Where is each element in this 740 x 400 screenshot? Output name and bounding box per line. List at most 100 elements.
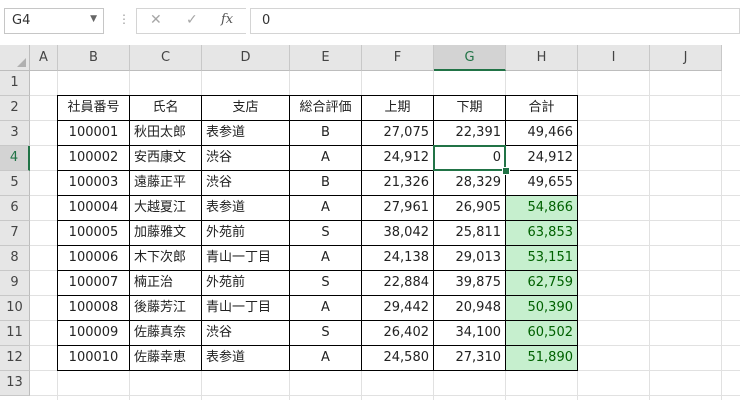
table-cell-branch[interactable]: 渋谷 bbox=[202, 146, 289, 170]
table-cell-rating[interactable]: B bbox=[290, 121, 361, 145]
table-cell-first-half[interactable]: 21,326 bbox=[362, 171, 433, 195]
table-cell-first-half[interactable]: 24,912 bbox=[362, 146, 433, 170]
table-cell-employee-id[interactable]: 100002 bbox=[58, 146, 129, 170]
row-header-13[interactable]: 13 bbox=[0, 371, 30, 396]
row-header-3[interactable]: 3 bbox=[0, 121, 30, 146]
row-header-6[interactable]: 6 bbox=[0, 196, 30, 221]
cancel-icon[interactable]: ✕ bbox=[150, 12, 162, 28]
table-cell-first-half[interactable]: 22,884 bbox=[362, 271, 433, 295]
table-header-first-half[interactable]: 上期 bbox=[362, 96, 433, 120]
table-header-rating[interactable]: 総合評価 bbox=[290, 96, 361, 120]
table-cell-first-half[interactable]: 24,580 bbox=[362, 346, 433, 370]
table-cell-total[interactable]: 60,502 bbox=[506, 321, 577, 345]
table-cell-branch[interactable]: 外苑前 bbox=[202, 221, 289, 245]
table-cell-rating[interactable]: S bbox=[290, 271, 361, 295]
table-cell-name[interactable]: 大越夏江 bbox=[130, 196, 201, 220]
table-cell-second-half[interactable]: 20,948 bbox=[434, 296, 505, 320]
table-header-employee-id[interactable]: 社員番号 bbox=[58, 96, 129, 120]
formula-input[interactable]: 0 bbox=[250, 8, 740, 34]
table-cell-total[interactable]: 53,151 bbox=[506, 246, 577, 270]
table-cell-name[interactable]: 楠正治 bbox=[130, 271, 201, 295]
table-header-second-half[interactable]: 下期 bbox=[434, 96, 505, 120]
table-cell-employee-id[interactable]: 100008 bbox=[58, 296, 129, 320]
table-cell-total[interactable]: 50,390 bbox=[506, 296, 577, 320]
table-cell-second-half[interactable]: 34,100 bbox=[434, 321, 505, 345]
table-cell-rating[interactable]: S bbox=[290, 321, 361, 345]
column-header-h[interactable]: H bbox=[506, 45, 578, 71]
column-header-g[interactable]: G bbox=[434, 45, 506, 71]
table-cell-employee-id[interactable]: 100007 bbox=[58, 271, 129, 295]
insert-function-icon[interactable]: fx bbox=[221, 12, 233, 27]
table-cell-employee-id[interactable]: 100006 bbox=[58, 246, 129, 270]
fill-handle[interactable] bbox=[502, 167, 510, 175]
table-header-name[interactable]: 氏名 bbox=[130, 96, 201, 120]
column-header-c[interactable]: C bbox=[130, 45, 202, 71]
table-cell-rating[interactable]: A bbox=[290, 296, 361, 320]
worksheet-grid[interactable]: A B C D E F G H I J 1 2 3 4 5 6 7 8 9 10 11 12 13 社員番号 氏名 支店 総合評価上… bbox=[0, 45, 740, 400]
column-header-b[interactable]: B bbox=[58, 45, 130, 71]
row-header-5[interactable]: 5 bbox=[0, 171, 30, 196]
more-options-icon[interactable]: ⋮ bbox=[118, 12, 130, 26]
table-cell-second-half[interactable]: 39,875 bbox=[434, 271, 505, 295]
table-cell-second-half[interactable]: 28,329 bbox=[434, 171, 505, 195]
table-cell-second-half[interactable]: 26,905 bbox=[434, 196, 505, 220]
table-cell-employee-id[interactable]: 100004 bbox=[58, 196, 129, 220]
row-header-8[interactable]: 8 bbox=[0, 246, 30, 271]
column-header-f[interactable]: F bbox=[362, 45, 434, 71]
table-cell-branch[interactable]: 表参道 bbox=[202, 346, 289, 370]
table-cell-first-half[interactable]: 26,402 bbox=[362, 321, 433, 345]
table-cell-branch[interactable]: 渋谷 bbox=[202, 171, 289, 195]
table-cell-name[interactable]: 木下次郎 bbox=[130, 246, 201, 270]
table-header-branch[interactable]: 支店 bbox=[202, 96, 289, 120]
table-cell-employee-id[interactable]: 100003 bbox=[58, 171, 129, 195]
table-cell-name[interactable]: 佐藤幸恵 bbox=[130, 346, 201, 370]
table-cell-employee-id[interactable]: 100010 bbox=[58, 346, 129, 370]
row-header-9[interactable]: 9 bbox=[0, 271, 30, 296]
table-cell-name[interactable]: 加藤雅文 bbox=[130, 221, 201, 245]
column-header-a[interactable]: A bbox=[30, 45, 58, 71]
table-cell-rating[interactable]: A bbox=[290, 346, 361, 370]
row-header-4[interactable]: 4 bbox=[0, 146, 30, 171]
table-cell-second-half[interactable]: 27,310 bbox=[434, 346, 505, 370]
table-cell-second-half[interactable]: 25,811 bbox=[434, 221, 505, 245]
table-cell-first-half[interactable]: 27,075 bbox=[362, 121, 433, 145]
column-header-d[interactable]: D bbox=[202, 45, 290, 71]
table-cell-first-half[interactable]: 24,138 bbox=[362, 246, 433, 270]
table-cell-rating[interactable]: S bbox=[290, 221, 361, 245]
table-cell-branch[interactable]: 青山一丁目 bbox=[202, 296, 289, 320]
table-cell-second-half[interactable]: 22,391 bbox=[434, 121, 505, 145]
row-header-7[interactable]: 7 bbox=[0, 221, 30, 246]
table-cell-first-half[interactable]: 38,042 bbox=[362, 221, 433, 245]
chevron-down-icon[interactable]: ▼ bbox=[90, 14, 97, 24]
table-cell-name[interactable]: 後藤芳江 bbox=[130, 296, 201, 320]
name-box[interactable]: G4 ▼ bbox=[4, 8, 104, 34]
table-cell-total[interactable]: 49,655 bbox=[506, 171, 577, 195]
row-header-12[interactable]: 12 bbox=[0, 346, 30, 371]
table-cell-rating[interactable]: A bbox=[290, 196, 361, 220]
table-cell-name[interactable]: 秋田太郎 bbox=[130, 121, 201, 145]
column-header-j[interactable]: J bbox=[650, 45, 722, 71]
table-cell-first-half[interactable]: 29,442 bbox=[362, 296, 433, 320]
table-cell-second-half[interactable]: 29,013 bbox=[434, 246, 505, 270]
table-cell-total[interactable]: 63,853 bbox=[506, 221, 577, 245]
table-cell-branch[interactable]: 表参道 bbox=[202, 196, 289, 220]
table-cell-rating[interactable]: B bbox=[290, 171, 361, 195]
table-cell-rating[interactable]: A bbox=[290, 246, 361, 270]
row-header-11[interactable]: 11 bbox=[0, 321, 30, 346]
table-cell-branch[interactable]: 渋谷 bbox=[202, 321, 289, 345]
table-cell-branch[interactable]: 表参道 bbox=[202, 121, 289, 145]
table-cell-employee-id[interactable]: 100001 bbox=[58, 121, 129, 145]
table-cell-total[interactable]: 51,890 bbox=[506, 346, 577, 370]
table-cell-name[interactable]: 佐藤真奈 bbox=[130, 321, 201, 345]
table-cell-name[interactable]: 遠藤正平 bbox=[130, 171, 201, 195]
row-header-10[interactable]: 10 bbox=[0, 296, 30, 321]
table-cell-employee-id[interactable]: 100005 bbox=[58, 221, 129, 245]
table-cell-total[interactable]: 54,866 bbox=[506, 196, 577, 220]
select-all-button[interactable] bbox=[0, 45, 30, 71]
row-header-2[interactable]: 2 bbox=[0, 96, 30, 121]
table-cell-first-half[interactable]: 27,961 bbox=[362, 196, 433, 220]
table-cell-total[interactable]: 49,466 bbox=[506, 121, 577, 145]
table-cell-branch[interactable]: 青山一丁目 bbox=[202, 246, 289, 270]
table-header-total[interactable]: 合計 bbox=[506, 96, 577, 120]
enter-icon[interactable]: ✓ bbox=[186, 12, 198, 28]
